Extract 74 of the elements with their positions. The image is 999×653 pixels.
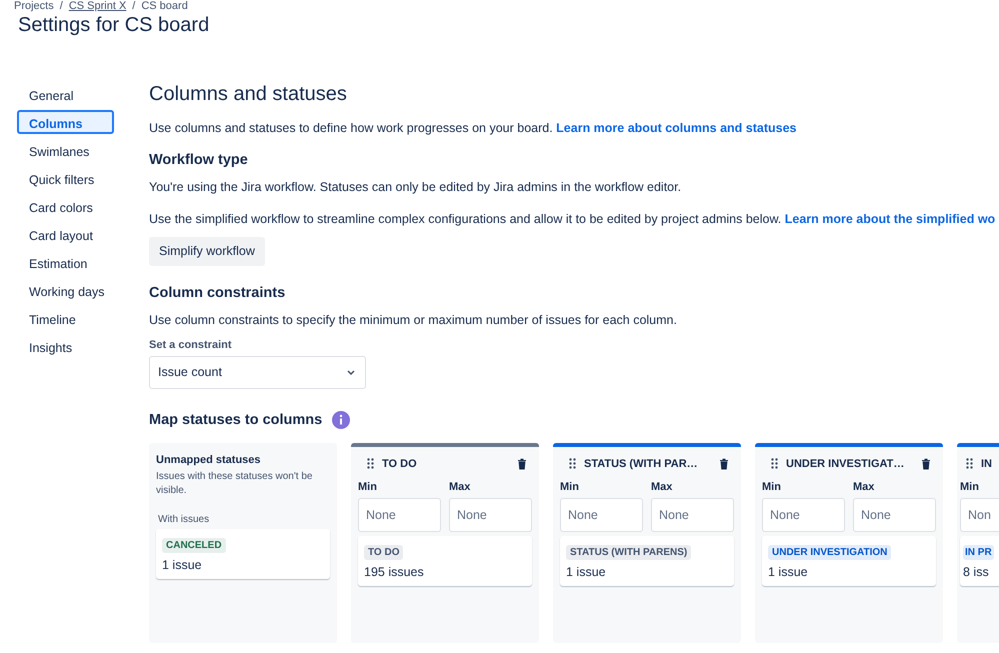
info-icon[interactable] bbox=[332, 410, 350, 428]
column-title: UNDER INVESTIGAT… bbox=[786, 458, 906, 470]
sidebar-item[interactable]: Card layout bbox=[17, 222, 114, 246]
column-description: Issues with these statuses won't be visible. bbox=[156, 470, 314, 498]
drag-handle-icon[interactable] bbox=[367, 458, 374, 469]
group-label: With issues bbox=[158, 514, 210, 524]
trash-icon[interactable] bbox=[517, 458, 527, 470]
sidebar-item[interactable]: Estimation bbox=[17, 250, 114, 274]
intro-text: Use columns and statuses to define how work progresses on your board. Learn more about columns and statuses bbox=[149, 120, 798, 137]
constraint-select[interactable]: Issue count bbox=[149, 356, 366, 388]
status-lozenge: IN PR bbox=[963, 544, 994, 560]
field-label: Min bbox=[960, 480, 980, 492]
limit-input[interactable]: None bbox=[651, 498, 734, 532]
simplify-workflow-button[interactable]: Simplify workflow bbox=[149, 236, 265, 266]
drag-handle-icon[interactable] bbox=[771, 458, 778, 469]
simplify-text: Use the simplified workflow to streamline complex configurations and allow it to be edited by project admins below. Learn more about the simplified wo bbox=[149, 211, 996, 228]
trash-icon[interactable] bbox=[719, 458, 729, 470]
sidebar-item[interactable]: Timeline bbox=[17, 306, 114, 330]
learn-more-link[interactable]: Learn more about the simplified wo bbox=[784, 212, 996, 226]
column-title: IN bbox=[981, 458, 993, 470]
limit-input[interactable]: None bbox=[560, 498, 643, 532]
issue-count: 8 iss bbox=[963, 564, 990, 578]
status-card[interactable]: TO DO 195 issues bbox=[358, 536, 532, 586]
status-card[interactable]: UNDER INVESTIGATION 1 issue bbox=[762, 536, 936, 586]
field-label: Min bbox=[358, 480, 378, 492]
status-card[interactable]: CANCELED 1 issue bbox=[156, 528, 330, 578]
sidebar-item[interactable]: Columns bbox=[17, 110, 114, 134]
column-title: Unmapped statuses bbox=[156, 454, 262, 466]
page-title: Settings for CS board bbox=[18, 13, 210, 37]
field-label: Max bbox=[651, 480, 674, 492]
sidebar-item[interactable]: Working days bbox=[17, 278, 114, 302]
limit-input[interactable]: None bbox=[449, 498, 532, 532]
breadcrumb-separator: / bbox=[60, 0, 63, 12]
drag-handle-icon[interactable] bbox=[966, 458, 973, 469]
limit-input[interactable]: Non bbox=[960, 498, 999, 532]
field-label: Set a constraint bbox=[149, 338, 233, 350]
status-card[interactable]: STATUS (WITH PARENS) 1 issue bbox=[560, 536, 734, 586]
limit-input[interactable]: None bbox=[762, 498, 845, 532]
breadcrumb-separator: / bbox=[132, 0, 136, 12]
status-card[interactable]: IN PR 8 iss bbox=[960, 536, 999, 586]
status-lozenge: UNDER INVESTIGATION bbox=[768, 544, 892, 560]
column-title: TO DO bbox=[382, 458, 418, 470]
field-label: Max bbox=[853, 480, 876, 492]
section-title: Columns and statuses bbox=[149, 82, 348, 106]
sidebar-item[interactable]: Insights bbox=[17, 334, 114, 358]
limit-input[interactable]: None bbox=[358, 498, 441, 532]
field-label: Max bbox=[449, 480, 472, 492]
issue-count: 1 issue bbox=[768, 564, 809, 578]
status-lozenge: STATUS (WITH PARENS) bbox=[566, 544, 692, 560]
constraints-text: Use column constraints to specify the minimum or maximum number of issues for each column. bbox=[149, 312, 678, 328]
breadcrumb-link[interactable]: CS Sprint X bbox=[68, 0, 126, 12]
breadcrumb-item[interactable]: Projects bbox=[14, 0, 54, 12]
sidebar-item[interactable]: Card colors bbox=[17, 194, 114, 218]
sidebar-item[interactable]: General bbox=[17, 82, 114, 106]
issue-count: 195 issues bbox=[364, 564, 425, 578]
column-title: STATUS (WITH PAR… bbox=[584, 458, 699, 470]
chevron-down-icon bbox=[347, 370, 355, 374]
status-lozenge: CANCELED bbox=[162, 538, 226, 552]
section-heading: Map statuses to columns bbox=[149, 410, 322, 428]
sidebar-item[interactable]: Swimlanes bbox=[17, 138, 114, 162]
sidebar-item[interactable]: Quick filters bbox=[17, 166, 114, 190]
workflow-note: You're using the Jira workflow. Statuses can only be edited by Jira admins in the workflow editor. bbox=[149, 179, 682, 196]
field-label: Min bbox=[560, 480, 580, 492]
learn-more-link[interactable]: Learn more about columns and statuses bbox=[556, 121, 797, 135]
issue-count: 1 issue bbox=[566, 564, 607, 578]
breadcrumb-item[interactable]: CS board bbox=[141, 0, 188, 12]
drag-handle-icon[interactable] bbox=[569, 458, 576, 469]
issue-count: 1 issue bbox=[162, 558, 203, 572]
section-heading: Workflow type bbox=[149, 151, 249, 169]
limit-input[interactable]: None bbox=[853, 498, 936, 532]
status-lozenge: TO DO bbox=[364, 544, 404, 560]
section-heading: Column constraints bbox=[149, 284, 286, 302]
trash-icon[interactable] bbox=[921, 458, 931, 470]
field-label: Min bbox=[762, 480, 782, 492]
